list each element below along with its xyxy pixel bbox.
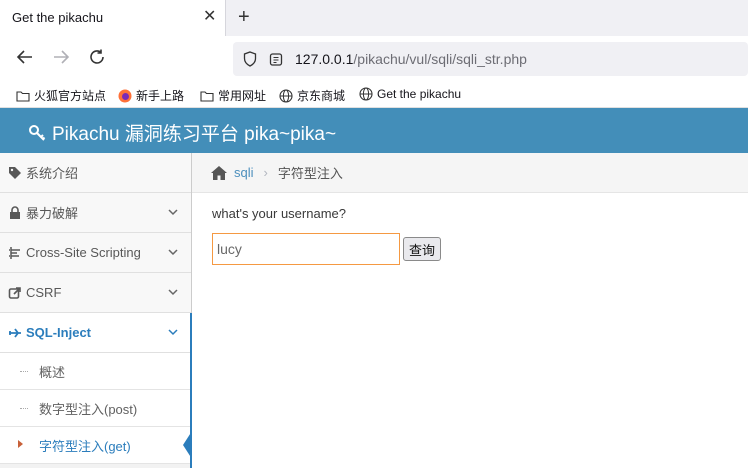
sidebar-item-bruteforce[interactable]: 暴力破解	[0, 193, 191, 233]
sidebar-item-label: 系统介绍	[26, 166, 79, 181]
breadcrumb-current: 字符型注入	[277, 166, 343, 181]
chevron-right-icon: ›	[263, 165, 268, 180]
sidebar-subitem-numeric-injection[interactable]: 数字型注入(post)	[0, 390, 191, 427]
sidebar-item-label: Cross-Site Scripting	[26, 245, 141, 260]
sidebar-item-label: 暴力破解	[26, 206, 79, 221]
tree-dash	[20, 371, 28, 372]
list-icon	[9, 246, 20, 259]
tree-dash	[20, 408, 28, 409]
bookmark-item[interactable]: 新手上路	[118, 87, 184, 104]
url-host: 127.0.0.1	[295, 51, 354, 67]
plane-icon	[9, 327, 21, 338]
reload-icon[interactable]	[88, 48, 106, 71]
bookmark-item[interactable]: 火狐官方站点	[16, 87, 106, 104]
site-title-text: Pikachu 漏洞练习平台 pika~pika~	[52, 124, 337, 145]
breadcrumb-link[interactable]: sqli	[234, 165, 254, 180]
sidebar-item-sqli[interactable]: SQL-Inject	[0, 313, 191, 353]
bookmark-label: 火狐官方站点	[34, 89, 107, 103]
shield-icon[interactable]	[243, 51, 257, 67]
chevron-down-icon	[168, 329, 178, 336]
lock-icon	[10, 205, 20, 219]
key-icon	[29, 124, 46, 141]
chevron-down-icon	[168, 209, 178, 216]
sidebar-subitem-label: 数字型注入(post)	[39, 401, 138, 417]
bookmark-item[interactable]: 京东商城	[279, 87, 345, 104]
bookmark-label: 新手上路	[136, 89, 185, 103]
bookmark-label: 常用网址	[218, 89, 267, 103]
new-tab-icon[interactable]: +	[238, 5, 250, 29]
bookmark-label: 京东商城	[297, 89, 346, 103]
url-text: 127.0.0.1/pikachu/vul/sqli/sqli_str.php	[295, 51, 527, 67]
bookmarks-bar: 火狐官方站点 新手上路 常用网址 京东商城 Get the pikachu	[0, 82, 748, 108]
globe-icon	[359, 87, 373, 101]
url-path: /pikachu/vul/sqli/sqli_str.php	[353, 51, 527, 67]
url-bar[interactable]: 127.0.0.1/pikachu/vul/sqli/sqli_str.php	[233, 42, 748, 76]
username-input[interactable]	[212, 233, 400, 265]
globe-icon	[279, 88, 293, 103]
username-prompt: what's your username?	[212, 206, 346, 221]
back-icon[interactable]	[16, 48, 34, 71]
sidebar-subitem-label: 字符型注入(get)	[39, 438, 131, 454]
sidebar-item-intro[interactable]: 系统介绍	[0, 153, 191, 193]
close-icon[interactable]: ✕	[203, 8, 216, 26]
bookmark-label: Get the pikachu	[377, 87, 462, 101]
sidebar-subitem-label: 概述	[39, 364, 66, 380]
bookmark-item[interactable]: Get the pikachu	[359, 87, 461, 101]
page-info-icon[interactable]	[269, 51, 283, 67]
tags-icon	[9, 166, 21, 179]
caret-right-icon	[18, 440, 23, 448]
sidebar-active-edge	[190, 313, 192, 468]
chevron-down-icon	[168, 249, 178, 256]
sidebar: 系统介绍 暴力破解 Cross-Site Scripting CSRF SQL-…	[0, 153, 192, 468]
breadcrumb: sqli › 字符型注入	[192, 153, 748, 193]
forward-icon[interactable]	[52, 48, 70, 71]
sidebar-subitem-overview[interactable]: 概述	[0, 353, 191, 390]
browser-tab[interactable]: Get the pikachu ✕	[0, 0, 226, 36]
bookmark-item[interactable]: 常用网址	[200, 87, 266, 104]
tab-title: Get the pikachu	[12, 10, 104, 25]
folder-icon	[16, 90, 30, 102]
browser-nav-bar: 127.0.0.1/pikachu/vul/sqli/sqli_str.php	[0, 36, 748, 82]
sidebar-item-xss[interactable]: Cross-Site Scripting	[0, 233, 191, 273]
query-button[interactable]: 查询	[403, 237, 441, 261]
site-title[interactable]: Pikachu 漏洞练习平台 pika~pika~	[28, 119, 336, 146]
site-header: Pikachu 漏洞练习平台 pika~pika~	[0, 108, 748, 153]
browser-tab-bar: Get the pikachu ✕ +	[0, 0, 748, 36]
sidebar-item-label: CSRF	[26, 285, 62, 300]
home-icon[interactable]	[210, 165, 228, 181]
sidebar-item-csrf[interactable]: CSRF	[0, 273, 191, 313]
sidebar-item-label: SQL-Inject	[26, 325, 92, 340]
sidebar-subitem-string-injection[interactable]: 字符型注入(get)	[0, 427, 192, 464]
share-icon	[8, 286, 21, 299]
chevron-down-icon	[168, 289, 178, 296]
firefox-icon	[118, 89, 132, 102]
folder-icon	[200, 90, 214, 102]
